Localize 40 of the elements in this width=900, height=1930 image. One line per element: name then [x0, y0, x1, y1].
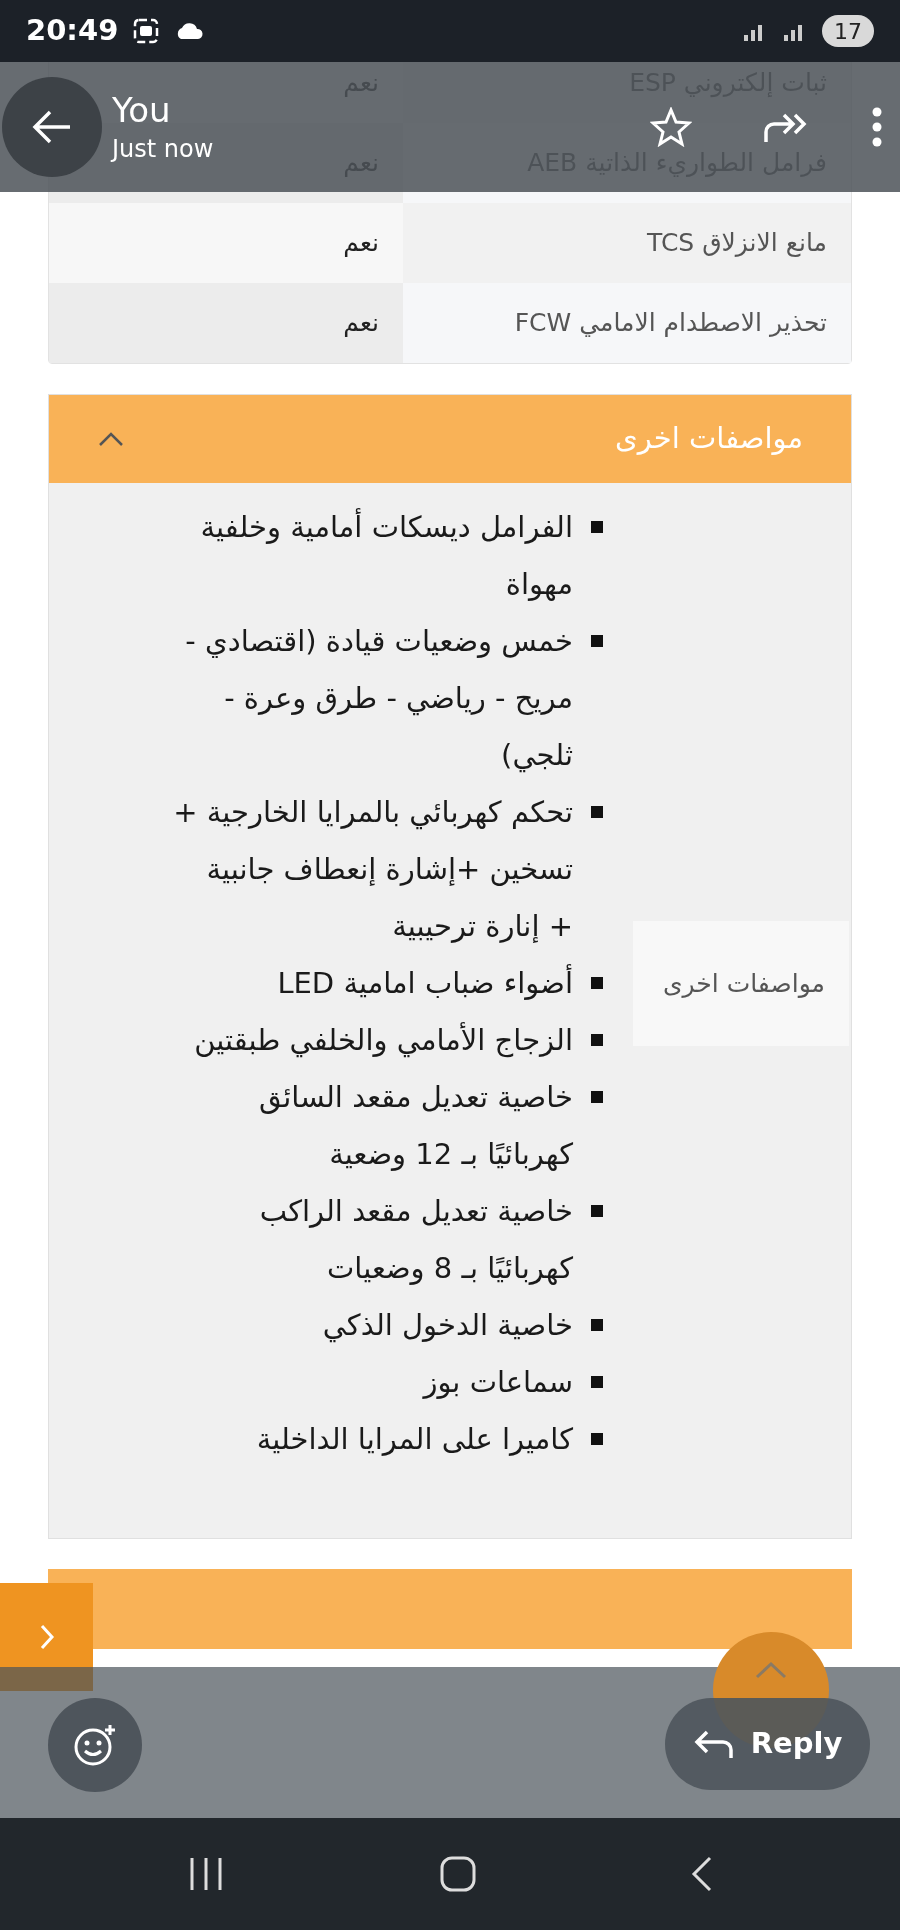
screenshot-icon	[132, 17, 161, 45]
bullet-icon	[591, 977, 603, 989]
spec-item: خمس وضعيات قيادة (اقتصادي - مريح - رياضي - طرق وعرة - ثلجي)	[184, 623, 573, 775]
reply-icon	[692, 1728, 735, 1760]
bullet-icon	[591, 1091, 603, 1103]
spec-item: خاصية تعديل مقعد الراكب كهربائيًا بـ 8 وضعيات	[258, 1193, 573, 1287]
spec-label-cell: مانع الانزلاق TCS	[403, 203, 851, 283]
message-time: Just now	[112, 134, 214, 165]
star-icon	[650, 107, 692, 147]
spec-item: خاصية الدخول الذكي	[322, 1307, 573, 1345]
bullet-icon	[591, 1034, 603, 1046]
spec-item: أضواء ضباب امامية LED	[277, 963, 573, 1002]
spec-item: سماعات بوز	[423, 1364, 573, 1401]
spec-item: الفرامل ديسكات أمامية وخلفية مهواة	[199, 507, 573, 603]
bullet-icon	[591, 521, 603, 533]
section-label-cell: مواصفات اخرى	[633, 921, 849, 1046]
spec-item: خاصية تعديل مقعد السائق كهربائيًا بـ 12 وضعية	[258, 1079, 573, 1173]
home-icon	[439, 1855, 477, 1893]
bullet-icon	[591, 806, 603, 818]
emoji-add-icon	[73, 1723, 117, 1767]
more-icon	[872, 107, 882, 147]
chevron-right-icon	[38, 1623, 55, 1651]
clock: 20:49	[26, 12, 119, 50]
chevron-up-icon	[754, 1660, 788, 1680]
bullet-icon	[591, 1433, 603, 1445]
spec-label-cell: تحذير الاصطدام الامامي FCW	[403, 283, 851, 363]
spec-item: كاميرا على المرايا الداخلية	[256, 1421, 573, 1458]
battery-indicator: 17	[822, 15, 874, 47]
spec-item: الزجاج الأمامي والخلفي طبقتين	[194, 1021, 573, 1060]
bullet-icon	[591, 635, 603, 647]
back-icon	[689, 1855, 714, 1893]
reply-button[interactable]: Reply	[665, 1698, 870, 1790]
bullet-icon	[591, 1319, 603, 1331]
spec-value-cell: نعم	[49, 283, 403, 363]
bullet-icon	[591, 1205, 603, 1217]
back-arrow-icon	[32, 109, 72, 145]
bullet-icon	[591, 1376, 603, 1388]
spec-value-cell: نعم	[49, 203, 403, 283]
spec-item: تحكم كهربائي بالمرايا الخارجية + تسخين +إشارة إنعطاف جانبية + إنارة ترحيبية	[173, 794, 573, 945]
chevron-icon	[97, 430, 125, 448]
